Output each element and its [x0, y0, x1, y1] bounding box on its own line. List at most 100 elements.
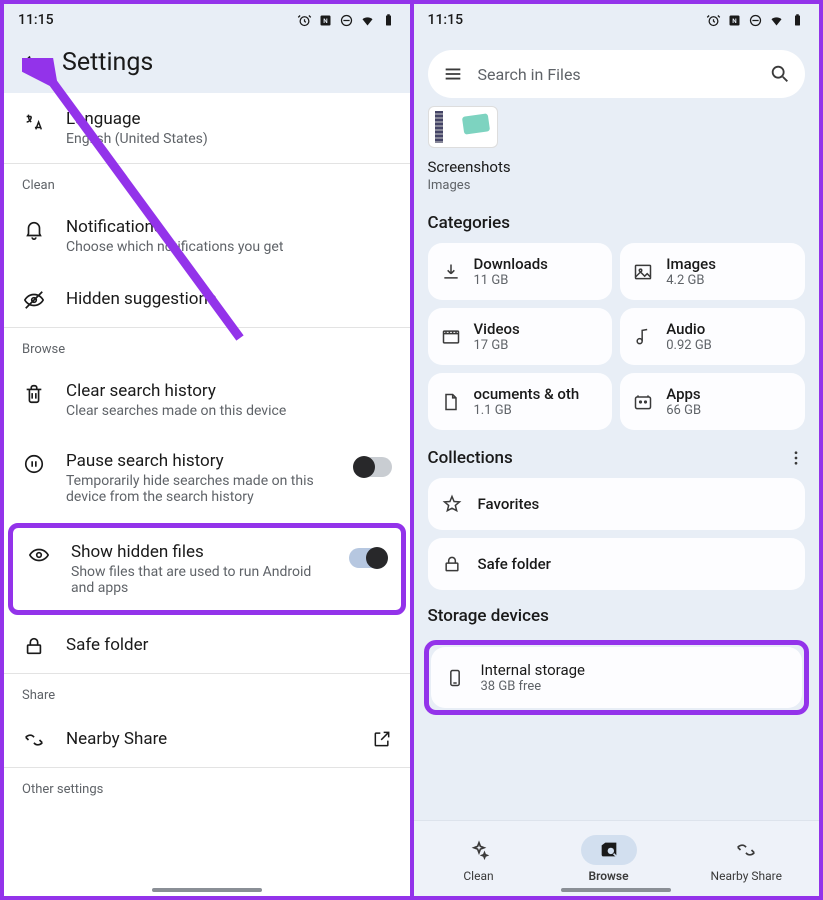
storage-title: Internal storage: [481, 661, 586, 679]
nearby-share-item[interactable]: Nearby Share: [4, 711, 410, 767]
menu-icon[interactable]: [442, 63, 464, 85]
bottom-nav: Clean Browse Nearby Share: [414, 820, 820, 896]
audio-icon: [633, 327, 653, 347]
trash-icon: [23, 383, 45, 405]
categories-grid: Downloads11 GB Images4.2 GB Videos17 GB …: [414, 243, 820, 440]
section-browse: Browse: [4, 328, 410, 365]
nfc-icon: N: [318, 13, 333, 28]
open-external-icon: [372, 729, 392, 749]
svg-text:N: N: [323, 17, 328, 25]
nearby-share-title: Nearby Share: [66, 729, 352, 749]
pause-history-title: Pause search history: [66, 451, 334, 471]
recent-thumbnails[interactable]: [414, 106, 820, 154]
apps-icon: [633, 392, 653, 412]
svg-text:N: N: [732, 17, 737, 25]
category-audio[interactable]: Audio0.92 GB: [620, 308, 805, 365]
storage-highlight: Internal storage 38 GB free: [424, 640, 810, 715]
safe-folder-item[interactable]: Safe folder: [428, 538, 806, 590]
search-icon[interactable]: [769, 63, 791, 85]
internal-storage-item[interactable]: Internal storage 38 GB free: [431, 647, 803, 708]
lock-icon: [442, 554, 462, 574]
search-bar[interactable]: Search in Files: [428, 50, 806, 98]
nav-handle[interactable]: [561, 888, 671, 892]
notifications-title: Notifications: [66, 217, 392, 237]
safe-folder-item[interactable]: Safe folder: [4, 617, 410, 673]
alarm-icon: [297, 13, 312, 28]
language-item[interactable]: Language English (United States): [4, 93, 410, 163]
settings-list: Language English (United States) Clean N…: [4, 93, 410, 805]
category-images[interactable]: Images4.2 GB: [620, 243, 805, 300]
favorites-item[interactable]: Favorites: [428, 478, 806, 530]
category-videos[interactable]: Videos17 GB: [428, 308, 613, 365]
phone-files: 11:15 N Search in Files Screenshots Imag…: [412, 0, 823, 900]
wifi-icon: [769, 13, 784, 28]
hidden-suggestions-item[interactable]: Hidden suggestions: [4, 271, 410, 327]
eye-off-icon: [23, 289, 45, 311]
pause-icon: [23, 453, 45, 475]
nav-handle[interactable]: [152, 888, 262, 892]
page-title: Settings: [62, 48, 153, 77]
status-bar: 11:15 N: [414, 4, 820, 36]
recent-title[interactable]: Screenshots: [414, 154, 820, 178]
storage-heading: Storage devices: [414, 598, 820, 636]
notifications-item[interactable]: Notifications Choose which notifications…: [4, 201, 410, 271]
star-icon: [442, 494, 462, 514]
storage-sub: 38 GB free: [481, 679, 586, 694]
nav-share[interactable]: Nearby Share: [711, 835, 782, 883]
recent-sub: Images: [414, 178, 820, 205]
video-icon: [441, 327, 461, 347]
safe-folder-title: Safe folder: [66, 635, 392, 655]
eye-icon: [28, 544, 50, 566]
show-hidden-item[interactable]: Show hidden files Show files that are us…: [13, 528, 401, 610]
browse-icon: [598, 839, 620, 861]
language-icon: [23, 111, 45, 133]
lock-icon: [23, 635, 45, 657]
nav-clean[interactable]: Clean: [451, 835, 507, 883]
safe-folder-label: Safe folder: [478, 555, 551, 573]
dnd-icon: [748, 13, 763, 28]
sparkle-icon: [468, 839, 490, 861]
more-icon[interactable]: [787, 449, 805, 467]
search-placeholder: Search in Files: [478, 65, 756, 84]
collections-heading: Collections: [414, 440, 820, 478]
battery-icon: [381, 13, 396, 28]
phone-settings: 11:15 N Settings Language English (Unite…: [0, 0, 412, 900]
dnd-icon: [339, 13, 354, 28]
section-other: Other settings: [4, 768, 410, 805]
download-icon: [441, 262, 461, 282]
nearby-icon: [735, 839, 757, 861]
thumbnail[interactable]: [428, 106, 498, 148]
back-arrow-icon[interactable]: [20, 52, 42, 74]
status-time: 11:15: [428, 12, 464, 28]
category-downloads[interactable]: Downloads11 GB: [428, 243, 613, 300]
wifi-icon: [360, 13, 375, 28]
pause-history-item[interactable]: Pause search history Temporarily hide se…: [4, 435, 410, 521]
status-bar: 11:15 N: [4, 4, 410, 36]
show-hidden-title: Show hidden files: [71, 542, 329, 562]
phone-icon: [445, 668, 465, 688]
clear-history-sub: Clear searches made on this device: [66, 403, 392, 419]
section-share: Share: [4, 674, 410, 711]
clear-history-item[interactable]: Clear search history Clear searches made…: [4, 365, 410, 435]
language-sub: English (United States): [66, 131, 392, 147]
notifications-sub: Choose which notifications you get: [66, 239, 392, 255]
bell-icon: [23, 219, 45, 241]
nfc-icon: N: [727, 13, 742, 28]
category-documents[interactable]: ocuments & oth1.1 GB: [428, 373, 613, 430]
section-clean: Clean: [4, 164, 410, 201]
pause-history-sub: Temporarily hide searches made on this d…: [66, 473, 334, 505]
category-apps[interactable]: Apps66 GB: [620, 373, 805, 430]
categories-heading: Categories: [414, 205, 820, 243]
hidden-suggestions-title: Hidden suggestions: [66, 289, 392, 309]
status-time: 11:15: [18, 12, 54, 28]
pause-history-toggle[interactable]: [354, 457, 392, 477]
favorites-label: Favorites: [478, 495, 540, 513]
status-icons: N: [706, 13, 805, 28]
nav-browse[interactable]: Browse: [581, 835, 637, 883]
show-hidden-sub: Show files that are used to run Android …: [71, 564, 329, 596]
clear-history-title: Clear search history: [66, 381, 392, 401]
show-hidden-toggle[interactable]: [349, 548, 387, 568]
battery-icon: [790, 13, 805, 28]
image-icon: [633, 262, 653, 282]
status-icons: N: [297, 13, 396, 28]
